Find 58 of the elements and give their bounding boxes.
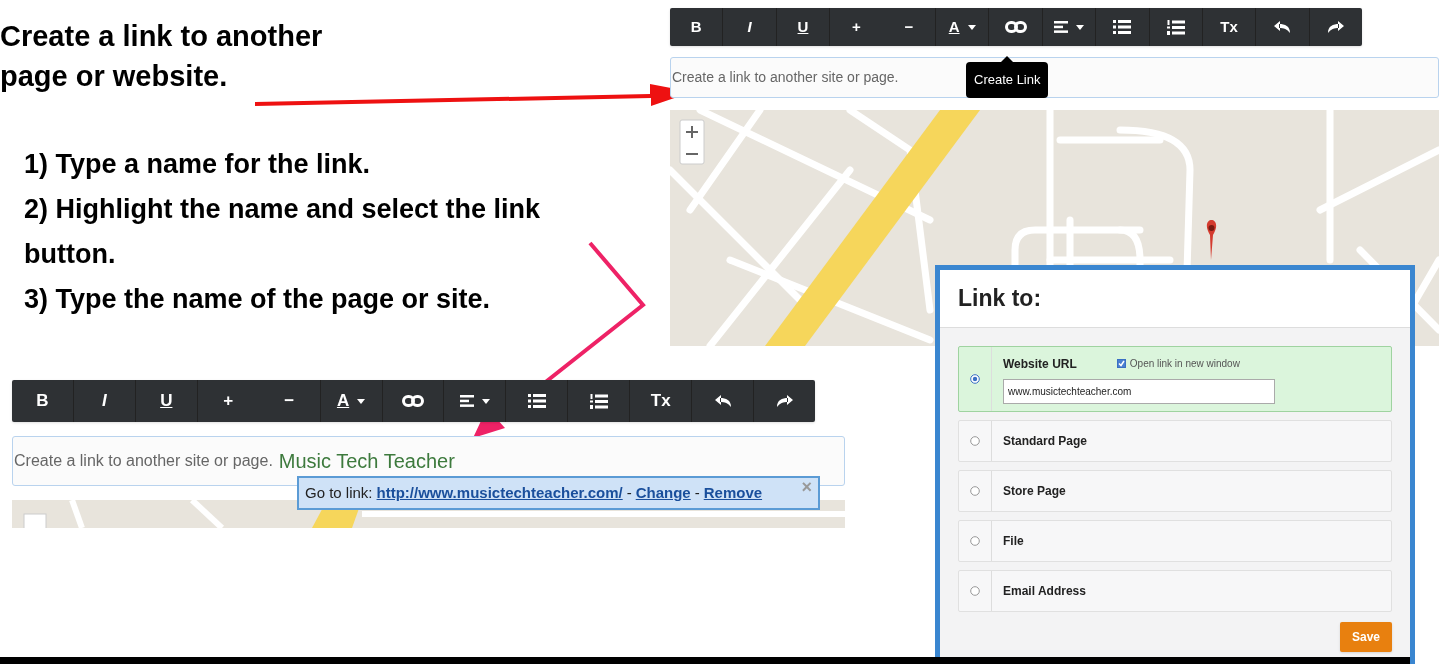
bold-button[interactable]: B [12,380,74,422]
option-label: Standard Page [1003,433,1088,450]
underline-button[interactable]: U [776,8,831,46]
step-text: 1) Type a name for the link. [24,148,372,181]
caret-icon [967,24,976,30]
undo-icon [1273,20,1292,34]
radio-icon [970,436,980,446]
radio-selected-icon [970,374,980,384]
step-text: 2) Highlight the name and select the link button. [24,193,542,271]
radio-icon [970,586,980,596]
text-color-button[interactable]: A [935,8,990,46]
toolbar-button[interactable]: + [197,380,259,422]
option-label: Email Address [1003,583,1086,600]
redo-icon [775,394,794,408]
undo-icon [713,394,732,408]
numbered-list-icon [589,393,608,409]
step-text: 3) Type the name of the page or site. [24,283,492,316]
heading-line: Create a link to another [0,20,323,52]
link-option[interactable]: Website URL Open link in new window www.musictechteacher.com [958,346,1392,412]
align-left-icon [1053,21,1068,33]
clear-format-button[interactable]: Tx [630,380,693,422]
caret-icon [357,398,366,404]
link-icon [1004,21,1027,33]
dialog-title: Link to: [958,284,1042,314]
bulleted-list-icon [1113,20,1132,34]
numbered-list-icon [1166,19,1185,35]
link-option[interactable]: Standard Page [958,420,1392,462]
tooltip-pointer [1001,56,1014,62]
editor-text: Create a link to another site or page. [672,68,899,87]
option-label: Store Page [1003,483,1066,500]
toolbar-button[interactable]: + [830,8,883,46]
align-left-icon [459,395,474,407]
option-label: File [1003,533,1024,550]
option-label: Website URL [1003,355,1077,373]
underline-button[interactable]: U [135,380,198,422]
radio-icon [970,536,980,546]
bulleted-list-icon [527,394,546,408]
redo-icon [1326,20,1345,34]
clear-format-button[interactable]: Tx [1202,8,1257,46]
link-option[interactable]: Store Page [958,470,1392,512]
radio-icon [970,486,980,496]
italic-button[interactable]: I [723,8,777,46]
text-color-button[interactable]: A [320,380,383,422]
italic-button[interactable]: I [73,380,136,422]
tooltip: Create Link [966,62,1049,98]
heading-line: page or website. [0,60,229,92]
url-input[interactable]: www.musictechteacher.com [1003,378,1275,404]
toolbar-button[interactable]: − [882,8,936,46]
caret-icon [481,398,490,404]
typed-text: Music Tech Teacher [278,449,455,474]
bold-button[interactable]: B [670,8,724,46]
caret-icon [1075,24,1084,30]
editor-text: Create a link to another site or page. [14,451,273,471]
toolbar-button[interactable]: − [258,380,321,422]
link-option[interactable]: File [958,520,1392,562]
checkbox[interactable]: Open link in new window [1116,356,1240,371]
link-icon [402,395,424,407]
link-option[interactable]: Email Address [958,570,1392,612]
